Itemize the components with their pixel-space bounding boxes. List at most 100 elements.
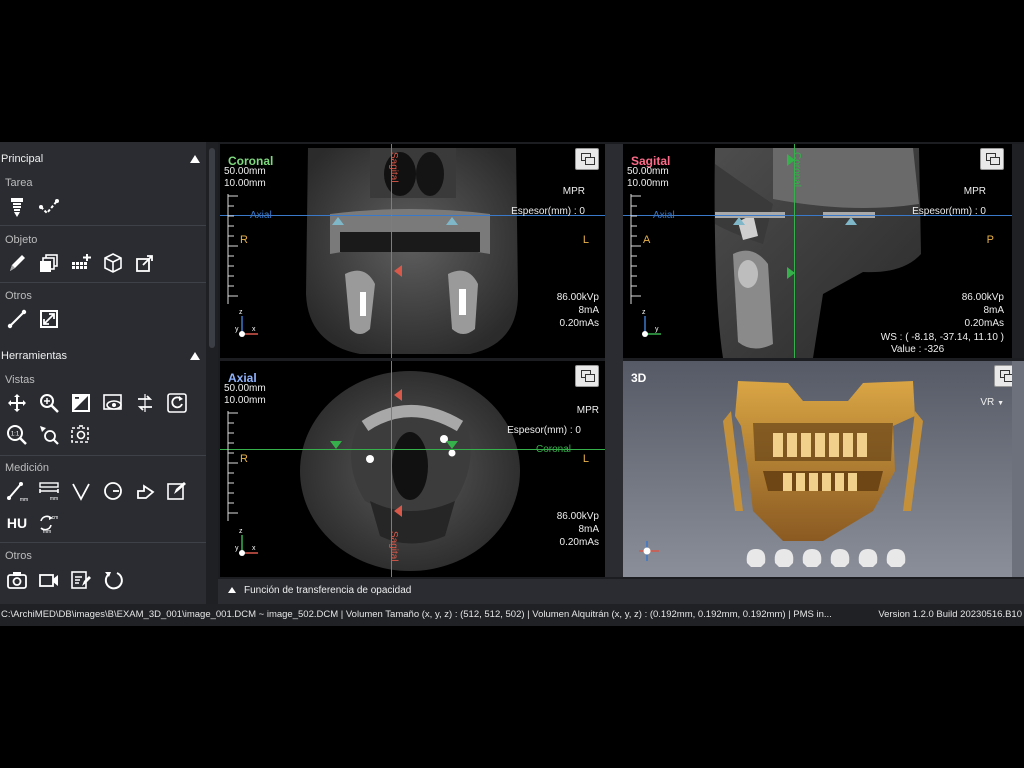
sagital-mode: MPR bbox=[963, 186, 986, 197]
check-curve-icon[interactable] bbox=[36, 194, 62, 220]
section-principal-label: Principal bbox=[1, 153, 44, 165]
flip-icon[interactable] bbox=[132, 390, 158, 416]
viewport-axial[interactable]: Coronal Sagital Axial 50.00mm 10.00mm R … bbox=[220, 361, 605, 577]
viewport-coronal[interactable]: Axial Sagital Coronal 50.00mm 10.00mm R … bbox=[220, 144, 605, 358]
divider bbox=[0, 225, 206, 226]
collapse-caret-icon[interactable] bbox=[190, 155, 200, 163]
layers-icon[interactable] bbox=[36, 250, 62, 276]
crosshair-handle[interactable] bbox=[394, 505, 402, 517]
rotate-icon[interactable] bbox=[164, 390, 190, 416]
section-herramientas-label: Herramientas bbox=[1, 350, 68, 362]
export-icon[interactable] bbox=[132, 250, 158, 276]
cube-icon[interactable] bbox=[100, 250, 126, 276]
viewport-scrollbar[interactable] bbox=[1012, 361, 1024, 577]
sidebar-scrollbar[interactable] bbox=[206, 142, 218, 604]
resize-icon[interactable] bbox=[36, 306, 62, 332]
coronal-line-label: Coronal bbox=[536, 444, 572, 455]
sagital-dim1: 50.00mm bbox=[627, 166, 669, 177]
svg-text:z: z bbox=[642, 309, 646, 316]
coronal-kvp: 86.00kVp bbox=[556, 292, 599, 303]
hu-tool[interactable]: HU bbox=[4, 510, 30, 536]
group-medicion-label: Medición bbox=[5, 462, 50, 474]
svg-text:1:1: 1:1 bbox=[11, 432, 20, 438]
zoom-region-icon[interactable] bbox=[36, 422, 62, 448]
angle-icon[interactable] bbox=[68, 478, 94, 504]
axial-image bbox=[300, 371, 520, 571]
video-icon[interactable] bbox=[36, 567, 62, 593]
distance-icon[interactable]: mm bbox=[36, 478, 62, 504]
maximize-viewport-button[interactable] bbox=[980, 148, 1004, 170]
hu-value-readout: Value : -326 bbox=[891, 344, 945, 355]
maximize-viewport-button[interactable] bbox=[575, 148, 599, 170]
zoom-icon[interactable] bbox=[36, 390, 62, 416]
implant-icon[interactable] bbox=[4, 194, 30, 220]
maximize-viewport-button[interactable] bbox=[575, 365, 599, 387]
svg-text:mm: mm bbox=[50, 496, 58, 502]
crosshair-handle[interactable] bbox=[330, 441, 342, 449]
crosshair-handle[interactable] bbox=[332, 217, 344, 225]
crosshair-handle[interactable] bbox=[394, 265, 402, 277]
group-tarea-label: Tarea bbox=[5, 177, 33, 189]
cobb-icon[interactable] bbox=[100, 478, 126, 504]
capture-region-icon[interactable] bbox=[68, 422, 94, 448]
svg-text:z: z bbox=[239, 309, 243, 316]
render-mode-dropdown[interactable]: VR ▼ bbox=[980, 397, 1004, 408]
world-space-readout: WS : ( -8.18, -37.14, 11.10 ) bbox=[880, 332, 1004, 343]
group-vistas-label: Vistas bbox=[5, 374, 35, 386]
coronal-thickness: Espesor(mm) : 0 bbox=[511, 206, 585, 217]
crosshair-handle[interactable] bbox=[446, 217, 458, 225]
line-icon[interactable] bbox=[4, 306, 30, 332]
group-otros-label: Otros bbox=[5, 290, 32, 302]
expand-arrow-icon[interactable] bbox=[228, 587, 236, 593]
orientation-right: L bbox=[582, 453, 589, 465]
orientation-left: R bbox=[240, 234, 248, 246]
crosshair-handle[interactable] bbox=[394, 389, 402, 401]
window-level-icon[interactable] bbox=[68, 390, 94, 416]
section-principal[interactable]: Principal bbox=[0, 146, 206, 172]
axial-dim1: 50.00mm bbox=[224, 383, 266, 394]
pencil-icon[interactable] bbox=[4, 250, 30, 276]
collapse-caret-icon[interactable] bbox=[190, 352, 200, 360]
sidebar: Principal Tarea Objeto Otros Herramienta… bbox=[0, 142, 206, 604]
group-otros2-label: Otros bbox=[5, 550, 32, 562]
status-version: Version 1.2.0 Build 20230516.B10 bbox=[878, 609, 1022, 620]
crosshair-handle[interactable] bbox=[787, 267, 795, 279]
orientation-right: L bbox=[582, 234, 589, 246]
axial-kvp: 86.00kVp bbox=[556, 511, 599, 522]
viewport-3d[interactable]: 3D VR ▼ bbox=[623, 361, 1024, 577]
status-file-info: C:\ArchiMED\DB\images\B\EXAM_3D_001\imag… bbox=[1, 609, 832, 620]
reset-icon[interactable] bbox=[100, 567, 126, 593]
3d-title: 3D bbox=[631, 371, 647, 385]
svg-text:y: y bbox=[235, 326, 239, 333]
coronal-dim2: 10.00mm bbox=[224, 178, 266, 189]
scale-ruler bbox=[227, 194, 238, 304]
viewport-splitter[interactable] bbox=[605, 144, 623, 577]
grid-plus-icon[interactable] bbox=[68, 250, 94, 276]
ruler-icon[interactable]: mm bbox=[4, 478, 30, 504]
sagital-line-label: Sagital bbox=[388, 152, 399, 183]
edit-note-icon[interactable] bbox=[164, 478, 190, 504]
orientation-left: R bbox=[240, 453, 248, 465]
arrow-icon[interactable] bbox=[132, 478, 158, 504]
cm-area-icon[interactable]: cm mm bbox=[36, 510, 62, 536]
skull-view-presets bbox=[746, 549, 906, 567]
section-herramientas[interactable]: Herramientas bbox=[0, 343, 206, 369]
skull-front-icon bbox=[746, 549, 766, 567]
eye-view-icon[interactable] bbox=[100, 390, 126, 416]
group-objeto-label: Objeto bbox=[5, 234, 38, 246]
svg-text:y: y bbox=[235, 545, 239, 552]
pan-icon[interactable] bbox=[4, 390, 30, 416]
camera-icon[interactable] bbox=[4, 567, 30, 593]
viewport-sagital[interactable]: Axial Coronal Sagital 50.00mm 10.00mm A … bbox=[623, 144, 1024, 358]
opacity-transfer-bar[interactable]: Función de transferencia de opacidad bbox=[218, 579, 1024, 604]
crosshair-handle[interactable] bbox=[787, 154, 795, 166]
orientation-left: A bbox=[643, 234, 651, 246]
zoom-1to1-icon[interactable]: 1:1 bbox=[4, 422, 30, 448]
report-icon[interactable] bbox=[68, 567, 94, 593]
scrollbar-thumb[interactable] bbox=[209, 148, 215, 348]
crosshair-handle[interactable] bbox=[446, 441, 458, 449]
viewport-scrollbar[interactable] bbox=[1012, 144, 1024, 358]
svg-text:x: x bbox=[252, 545, 256, 552]
crosshair-handle[interactable] bbox=[845, 217, 857, 225]
crosshair-handle[interactable] bbox=[733, 217, 745, 225]
